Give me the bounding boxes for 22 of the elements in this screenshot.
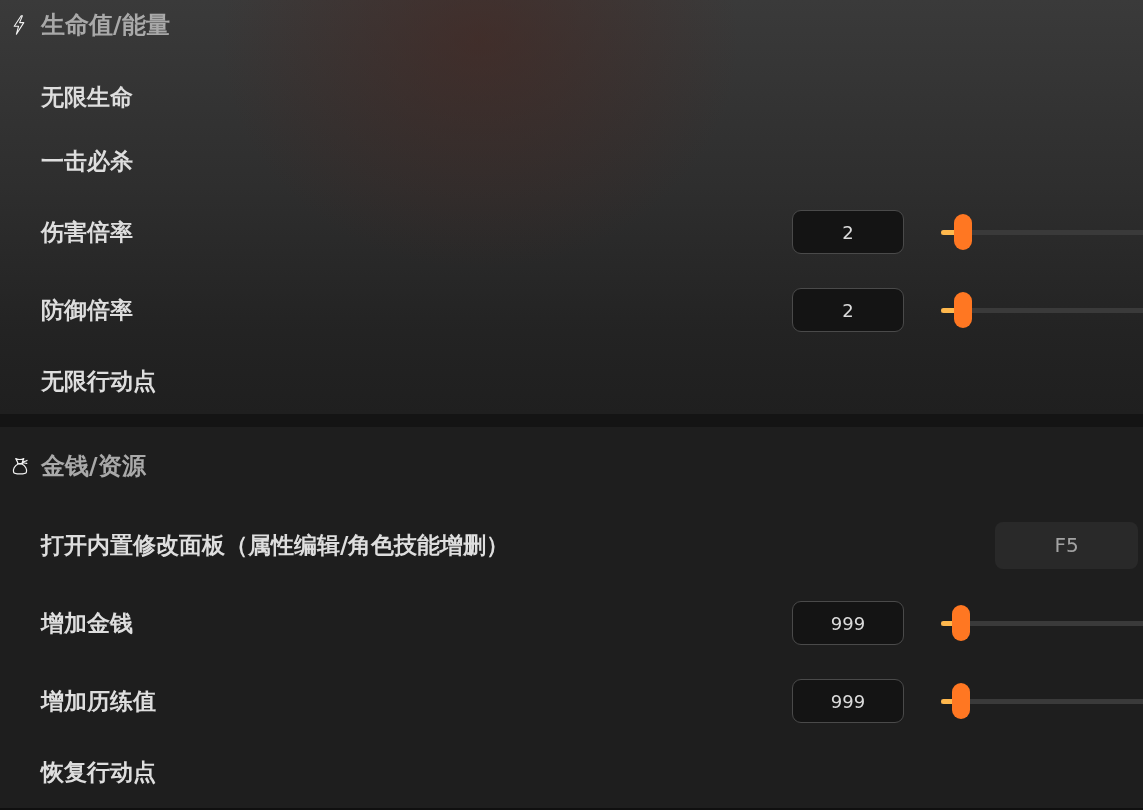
number-field[interactable]: 2 [792,210,904,254]
option-label: 无限行动点 [41,366,156,396]
slider-thumb[interactable] [952,683,971,719]
slider-thumb[interactable] [952,605,971,641]
section-title: 生命值/能量 [41,10,170,41]
money-bag-icon [12,457,28,475]
number-field[interactable]: 2 [792,288,904,332]
option-label: 打开内置修改面板（属性编辑/角色技能增删） [41,530,510,560]
option-label: 无限生命 [41,82,133,112]
option-label: 伤害倍率 [41,217,133,247]
option-label: 恢复行动点 [41,757,156,787]
option-label: 防御倍率 [41,295,133,325]
option-label: 增加金钱 [41,608,133,638]
number-field[interactable]: 999 [792,679,904,723]
slider-thumb[interactable] [954,292,973,328]
slider-thumb[interactable] [954,214,973,250]
hotkey-button[interactable]: F5 [995,521,1138,569]
number-field[interactable]: 999 [792,601,904,645]
option-label: 一击必杀 [41,146,133,176]
option-label: 增加历练值 [41,686,156,716]
lightning-bolt-icon [13,15,25,35]
section-title: 金钱/资源 [41,451,146,482]
